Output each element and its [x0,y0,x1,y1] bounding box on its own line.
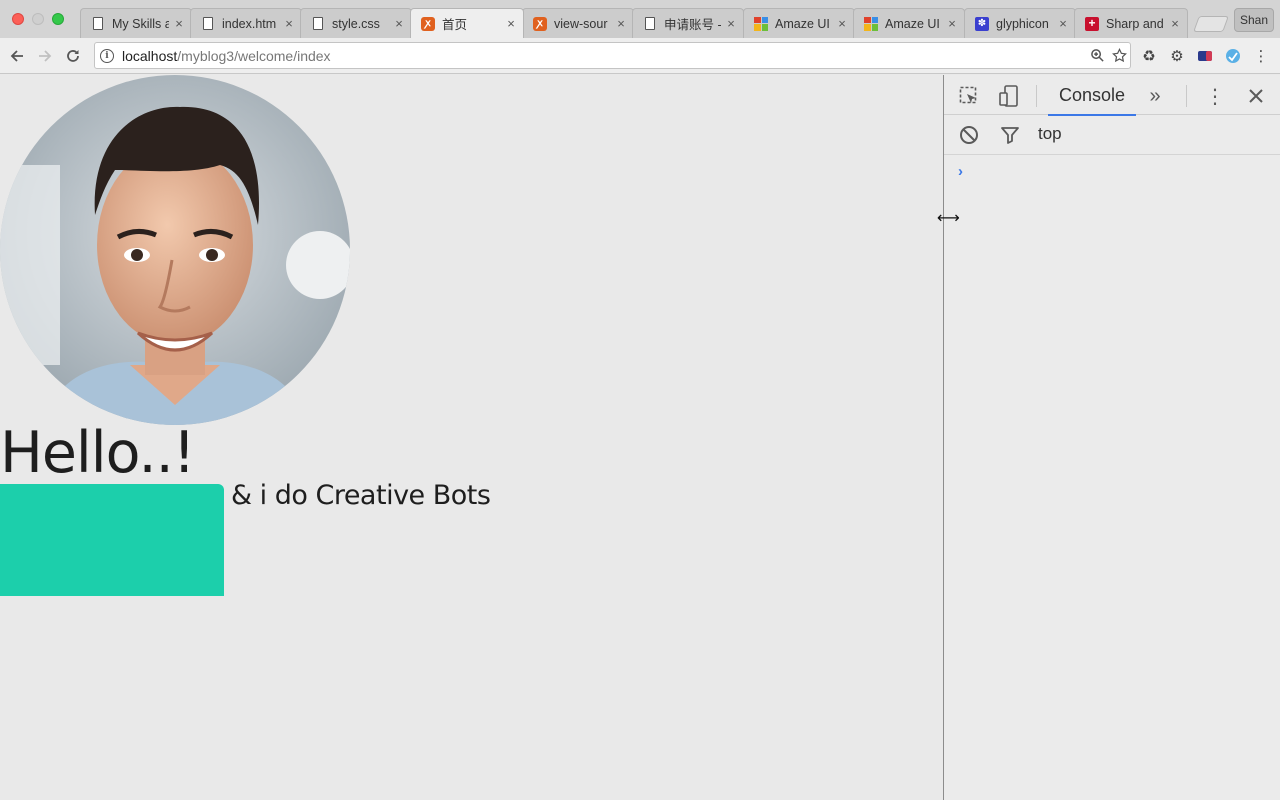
console-prompt-icon[interactable]: › [958,163,963,180]
devtools-tab-bar: Console » ⋮ [944,75,1280,116]
document-icon [201,17,215,31]
browser-tab-active[interactable]: ꭗ 首页 × [410,8,524,38]
tab-title: glyphicon [996,16,1049,31]
browser-tab[interactable]: + Sharp and × [1074,8,1188,38]
paw-icon: ✽ [975,16,989,31]
resize-cursor-icon: ⟷ [937,210,960,227]
page-viewport: Hello..! & i do Creative Bots [0,75,943,800]
reload-icon [67,50,79,62]
tab-close-icon[interactable]: × [283,16,295,31]
back-button[interactable] [6,45,28,67]
zoom-icon[interactable] [1086,45,1108,67]
extension-icon[interactable] [1195,46,1215,66]
xampp-icon: ꭗ [421,16,435,31]
arrow-right-icon [39,50,52,62]
devtools-panel: Console » ⋮ top › [943,75,1280,800]
browser-toolbar: i localhost/myblog3/welcome/index ♻ ⚙ ⋮ [0,38,1280,74]
info-icon[interactable]: i [100,48,114,63]
console-toolbar: top [944,116,1280,155]
browser-tab[interactable]: Amaze UI × [853,8,965,38]
tagline-text: & i do Creative Bots [231,480,491,511]
document-icon [643,17,657,31]
filter-icon[interactable] [997,122,1023,148]
tab-close-icon[interactable]: × [725,16,737,31]
extension-icon[interactable] [1223,46,1243,66]
tab-close-icon[interactable]: × [393,16,405,31]
devtools-menu-kebab-icon[interactable]: ⋮ [1202,83,1228,109]
clear-console-icon[interactable] [956,122,982,148]
close-icon[interactable] [1243,83,1269,109]
divider [1186,85,1187,107]
browser-tab[interactable]: style.css × [300,8,412,38]
more-tabs-icon[interactable]: » [1142,83,1168,109]
reload-button[interactable] [62,45,84,67]
inspect-element-icon[interactable] [956,83,982,109]
browser-tab[interactable]: Amaze UI × [743,8,855,38]
browser-tab[interactable]: 申请账号 - × [632,8,744,38]
amaze-icon [864,16,878,31]
gear-extension-icon[interactable]: ⚙ [1167,46,1187,66]
window-maximize-button[interactable] [52,13,64,25]
arrow-left-icon [10,50,23,62]
bookmark-star-icon[interactable] [1108,45,1130,67]
hello-heading: Hello..! [0,420,196,486]
tab-title: index.htm [222,16,277,31]
device-toolbar-icon[interactable] [996,83,1022,109]
profile-button[interactable]: Shan [1234,8,1274,32]
tab-close-icon[interactable]: × [946,16,958,31]
tab-console[interactable]: Console [1048,75,1136,116]
forward-button[interactable] [34,45,56,67]
window-close-button[interactable] [12,13,24,25]
browser-tab[interactable]: My Skills a × [80,8,192,38]
tab-title: view-sour [554,16,608,31]
tab-strip: My Skills a × index.htm × style.css × ꭗ … [0,0,1280,38]
address-bar[interactable]: i localhost/myblog3/welcome/index [94,42,1131,69]
tab-close-icon[interactable]: × [615,16,627,31]
new-tab-button[interactable] [1193,16,1229,32]
browser-tab[interactable]: index.htm × [190,8,302,38]
divider [1036,85,1037,107]
window-minimize-button[interactable] [32,13,44,25]
recycle-extension-icon[interactable]: ♻ [1139,46,1159,66]
tab-title: My Skills a [112,16,169,31]
tab-close-icon[interactable]: × [505,16,517,31]
tab-close-icon[interactable]: × [1057,16,1069,31]
tab-title: 首页 [442,18,468,32]
accent-block [0,484,224,596]
document-icon [91,17,105,31]
amaze-icon [754,16,768,31]
swiss-cross-icon: + [1085,16,1099,31]
xampp-icon: ꭗ [533,16,547,31]
context-selector[interactable]: top [1038,124,1062,144]
portrait-illustration [0,75,350,425]
tab-close-icon[interactable]: × [173,16,185,31]
tab-title: Amaze UI [775,16,830,31]
browser-tab[interactable]: ꭗ view-sour × [522,8,634,38]
url-text[interactable]: localhost/myblog3/welcome/index [122,48,1086,64]
tab-title: style.css [332,16,380,31]
profile-photo [0,75,350,425]
tab-title: 申请账号 - [664,18,721,32]
browser-tab[interactable]: ✽ glyphicon × [964,8,1076,38]
menu-kebab-icon[interactable]: ⋮ [1251,46,1271,66]
tab-close-icon[interactable]: × [836,16,848,31]
tab-title: Amaze UI [885,16,940,31]
tab-close-icon[interactable]: × [1169,16,1181,31]
tab-title: Sharp and [1106,16,1164,31]
document-icon [311,17,325,31]
